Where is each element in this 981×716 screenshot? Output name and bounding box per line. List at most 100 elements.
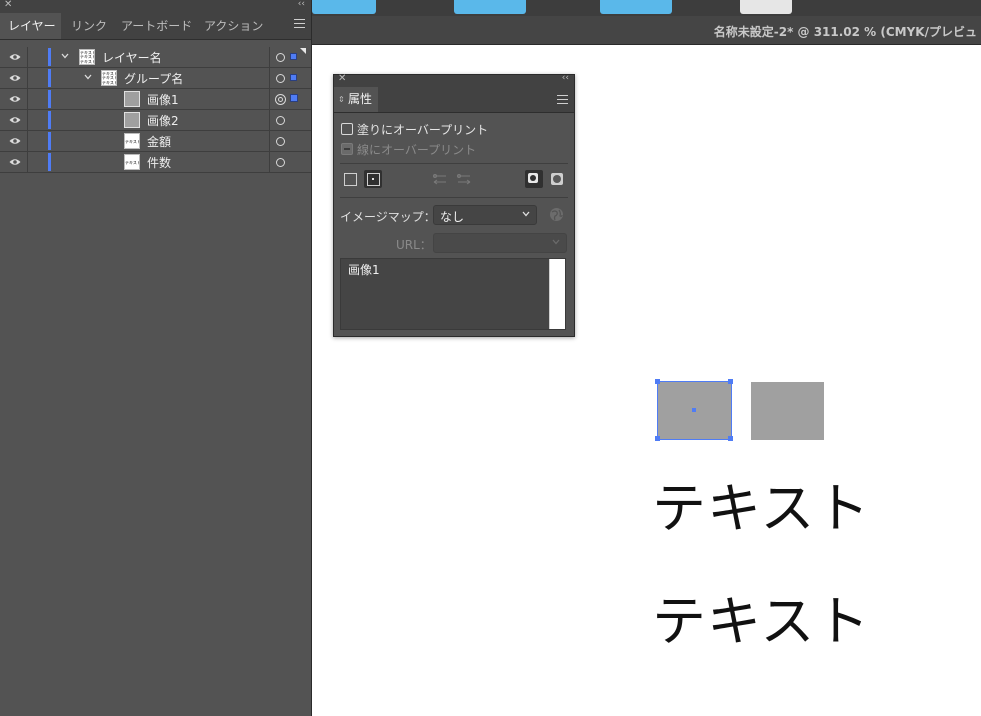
layer-color-bar bbox=[48, 48, 51, 66]
tab-layers[interactable]: レイヤー bbox=[0, 13, 61, 39]
thumbnail-text: テキスト bbox=[125, 139, 140, 144]
attributes-panel-tabs: ⇕ 属性 bbox=[334, 87, 574, 113]
selection-handle[interactable] bbox=[728, 379, 733, 384]
eye-icon[interactable] bbox=[9, 158, 21, 166]
image-thumbnail bbox=[124, 91, 140, 107]
layer-color-bar bbox=[48, 111, 51, 129]
eye-icon[interactable] bbox=[9, 74, 21, 82]
layer-row[interactable]: テキスト 件数 bbox=[0, 152, 311, 173]
layer-row[interactable]: テキスト テキスト テキスト グループ名 bbox=[0, 68, 311, 89]
panel-topbar: ✕ ‹‹ bbox=[334, 73, 574, 87]
collapse-icon[interactable]: ‹‹ bbox=[298, 0, 305, 9]
stroke-overprint-row: 線にオーバープリント bbox=[341, 141, 476, 157]
stroke-overprint-checkbox bbox=[341, 143, 353, 155]
image-map-select[interactable]: なし bbox=[433, 205, 537, 225]
updown-arrows-icon[interactable]: ⇕ bbox=[338, 87, 345, 112]
browser-globe-icon bbox=[550, 208, 563, 221]
layers-panel: ✕ ‹‹ レイヤー リンク アートボード アクション テキスト テキスト テキス… bbox=[0, 0, 312, 716]
layer-name[interactable]: 件数 bbox=[147, 154, 171, 171]
image-map-label: イメージマップ： bbox=[340, 210, 436, 224]
reverse-path-off-icon bbox=[433, 174, 446, 185]
fill-overprint-label: 塗りにオーバープリント bbox=[357, 123, 489, 137]
target-selected-icon[interactable] bbox=[275, 94, 286, 105]
layer-row[interactable]: 画像2 bbox=[0, 110, 311, 131]
selection-handle[interactable] bbox=[655, 436, 660, 441]
thumbnail-text: テキスト bbox=[125, 160, 140, 165]
target-icon[interactable] bbox=[276, 158, 285, 167]
show-center-button[interactable] bbox=[364, 170, 382, 188]
reverse-path-on-icon bbox=[457, 174, 471, 185]
layer-color-bar bbox=[48, 153, 51, 171]
layer-row[interactable]: テキスト 金額 bbox=[0, 131, 311, 152]
document-title: 名称未設定-2* @ 311.02 % (CMYK/プレビュ bbox=[713, 25, 977, 39]
layer-name[interactable]: グループ名 bbox=[124, 70, 183, 87]
scrollbar[interactable] bbox=[549, 259, 565, 329]
document-tab[interactable] bbox=[454, 0, 526, 14]
thumbnail-text: テキスト テキスト テキスト bbox=[102, 71, 117, 85]
tab-links[interactable]: リンク bbox=[63, 13, 115, 39]
chevron-down-icon[interactable] bbox=[60, 51, 70, 61]
url-label: URL： bbox=[396, 238, 432, 252]
target-icon[interactable] bbox=[276, 116, 285, 125]
canvas-text-1[interactable]: テキスト bbox=[652, 482, 870, 536]
selection-indicator[interactable] bbox=[290, 53, 297, 60]
chevron-down-icon[interactable] bbox=[83, 72, 93, 82]
layer-color-bar bbox=[48, 90, 51, 108]
panel-menu-icon[interactable] bbox=[294, 19, 305, 29]
target-icon[interactable] bbox=[276, 53, 285, 62]
eye-icon[interactable] bbox=[9, 137, 21, 145]
url-field bbox=[433, 233, 567, 253]
selection-indicator[interactable] bbox=[290, 74, 297, 81]
close-icon[interactable]: ✕ bbox=[4, 0, 12, 10]
layer-row[interactable]: テキスト テキスト テキスト レイヤー名 bbox=[0, 47, 311, 68]
notes-textarea[interactable]: 画像1 bbox=[340, 258, 566, 330]
eye-icon[interactable] bbox=[9, 95, 21, 103]
divider bbox=[340, 163, 568, 164]
document-tab[interactable] bbox=[312, 0, 376, 14]
nonzero-winding-button[interactable] bbox=[525, 170, 543, 188]
target-icon[interactable] bbox=[276, 137, 285, 146]
document-tab[interactable] bbox=[600, 0, 672, 14]
selection-handle[interactable] bbox=[728, 436, 733, 441]
layer-name[interactable]: 画像2 bbox=[147, 112, 179, 129]
image2-rect[interactable] bbox=[751, 382, 824, 440]
text-thumbnail: テキスト bbox=[124, 133, 140, 149]
layer-color-bar bbox=[48, 69, 51, 87]
image-map-value: なし bbox=[440, 210, 465, 224]
fill-overprint-row[interactable]: 塗りにオーバープリント bbox=[341, 121, 488, 137]
layer-name[interactable]: 画像1 bbox=[147, 91, 179, 108]
document-tab[interactable] bbox=[740, 0, 792, 14]
current-layer-indicator bbox=[300, 48, 306, 54]
eye-icon[interactable] bbox=[9, 53, 21, 61]
text-thumbnail: テキスト bbox=[124, 154, 140, 170]
panel-menu-icon[interactable] bbox=[557, 95, 568, 105]
attributes-panel: ✕ ‹‹ ⇕ 属性 塗りにオーバープリント 線にオーバープリント イメージマップ… bbox=[333, 73, 575, 337]
document-title-bar: 名称未設定-2* @ 311.02 % (CMYK/プレビュ bbox=[312, 16, 981, 45]
divider bbox=[340, 197, 568, 198]
selection-indicator[interactable] bbox=[290, 94, 298, 102]
hide-center-button[interactable] bbox=[341, 170, 359, 188]
document-tab-strip bbox=[312, 0, 981, 16]
target-icon[interactable] bbox=[276, 74, 285, 83]
layer-thumbnail: テキスト テキスト テキスト bbox=[79, 49, 95, 65]
fill-overprint-checkbox[interactable] bbox=[341, 123, 353, 135]
tab-attributes[interactable]: ⇕ 属性 bbox=[334, 87, 378, 112]
layer-row[interactable]: 画像1 bbox=[0, 89, 311, 110]
layer-color-bar bbox=[48, 132, 51, 150]
tab-actions[interactable]: アクション bbox=[196, 13, 271, 39]
thumbnail-text: テキスト テキスト テキスト bbox=[80, 50, 95, 64]
layer-name[interactable]: レイヤー名 bbox=[102, 49, 162, 66]
chevron-down-icon bbox=[522, 211, 530, 217]
notes-text: 画像1 bbox=[348, 263, 380, 277]
panel-topbar: ✕ ‹‹ bbox=[0, 0, 311, 13]
group-thumbnail: テキスト テキスト テキスト bbox=[101, 70, 117, 86]
layer-name[interactable]: 金額 bbox=[147, 133, 171, 150]
tab-artboards[interactable]: アートボード bbox=[113, 13, 200, 39]
eye-icon[interactable] bbox=[9, 116, 21, 124]
selection-handle[interactable] bbox=[655, 379, 660, 384]
canvas-text-2[interactable]: テキスト bbox=[652, 595, 870, 649]
close-icon[interactable]: ✕ bbox=[338, 73, 346, 84]
evenodd-fill-button[interactable] bbox=[548, 170, 566, 188]
collapse-icon[interactable]: ‹‹ bbox=[562, 73, 569, 83]
layers-panel-tabs: レイヤー リンク アートボード アクション bbox=[0, 13, 311, 40]
